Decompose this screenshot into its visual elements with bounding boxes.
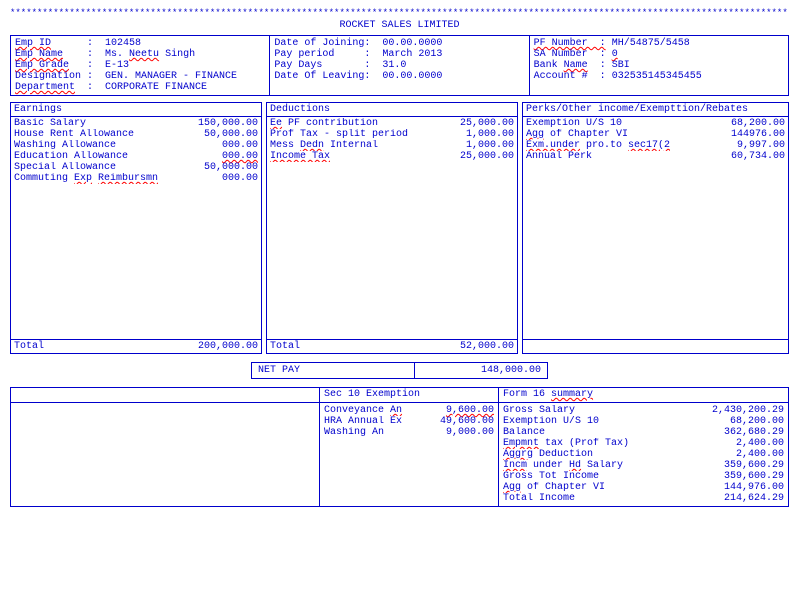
pd: 31.0 — [382, 60, 406, 71]
pf-lbl: PF Number : — [534, 38, 606, 49]
netpay-wrap: NET PAY 148,000.00 — [10, 362, 789, 379]
perk-row: Agg of Chapter VI144976.00 — [526, 129, 785, 140]
emp-id: 102458 — [105, 38, 141, 49]
deductions-total-row: Total 52,000.00 — [267, 339, 517, 353]
sa-lbl: SA Number — [534, 49, 588, 60]
form16-title: Form 16 summary — [499, 388, 788, 403]
dol-lbl: Date Of Leaving — [274, 71, 364, 82]
f16-row: Exemption U/S 1068,200.00 — [503, 416, 784, 427]
earn-total: 200,000.00 — [198, 341, 258, 352]
earnings-body: Basic Salary150,000.00 House Rent Allowa… — [11, 117, 261, 339]
ac: 032535145345455 — [612, 71, 702, 82]
bn: SBI — [612, 60, 630, 71]
bn-lbl: Bank Name : — [534, 60, 606, 71]
pp: March 2013 — [382, 49, 442, 60]
main-columns: Earnings Basic Salary150,000.00 House Re… — [10, 102, 789, 354]
form16-col: Form 16 summary Gross Salary2,430,200.29… — [498, 388, 788, 506]
dedn-total: 52,000.00 — [460, 341, 514, 352]
earn-row: Education Allowance000.00 — [14, 151, 258, 162]
earnings-box: Earnings Basic Salary150,000.00 House Re… — [10, 102, 262, 354]
summary-box: Sec 10 Exemption Conveyance An9,600.00 H… — [10, 387, 789, 507]
perks-body: Exemption U/S 1068,200.00 Agg of Chapter… — [523, 117, 788, 339]
f16-row: Balance362,680.29 — [503, 427, 784, 438]
netpay-box: NET PAY 148,000.00 — [251, 362, 548, 379]
sec10-row: Conveyance An9,600.00 — [324, 405, 494, 416]
perk-row: Annual Perk60,734.00 — [526, 151, 785, 162]
earn-total-lbl: Total — [14, 341, 44, 352]
emp-name: Ms. Neetu Singh — [105, 49, 195, 60]
sec10-row: Washing An9,000.00 — [324, 427, 494, 438]
emp-desig-lbl: Designation — [15, 71, 81, 82]
emp-id-lbl: Emp ID — [15, 38, 51, 49]
dedn-row: Income Tax25,000.00 — [270, 151, 514, 162]
dol: 00.00.0000 — [382, 71, 442, 82]
emp-desig: GEN. MANAGER - FINANCE — [105, 71, 237, 82]
earn-row: Washing Allowance000.00 — [14, 140, 258, 151]
perks-foot — [523, 339, 788, 353]
sa: 0 — [612, 49, 618, 60]
ac-lbl: Account # — [534, 71, 588, 82]
emp-dept: CORPORATE FINANCE — [105, 82, 207, 93]
pd-lbl: Pay Days — [274, 60, 322, 71]
perk-row: Exm.under pro.to sec17(29,997.00 — [526, 140, 785, 151]
dedn-total-lbl: Total — [270, 341, 300, 352]
netpay-label: NET PAY — [252, 363, 415, 378]
separator-top: ****************************************… — [10, 8, 789, 18]
earnings-title: Earnings — [11, 103, 261, 117]
sec10-row: HRA Annual Ex49,600.00 — [324, 416, 494, 427]
earnings-total-row: Total 200,000.00 — [11, 339, 261, 353]
pp-lbl: Pay period — [274, 49, 334, 60]
header-block: Emp ID : 102458 Emp Name : Ms. Neetu Sin… — [10, 35, 789, 96]
earn-row: Commuting Exp Reimbursmn000.00 — [14, 173, 258, 184]
f16-row: Total Income214,624.29 — [503, 493, 784, 504]
doj: 00.00.0000 — [382, 38, 442, 49]
f16-row: Aggrg Deduction2,400.00 — [503, 449, 784, 460]
emp-grade: E-13 — [105, 60, 129, 71]
f16-row: Incm under Hd Salary359,600.29 — [503, 460, 784, 471]
emp-grade-lbl: Emp Grade — [15, 60, 69, 71]
f16-row: Agg of Chapter VI144,976.00 — [503, 482, 784, 493]
bank-col: PF Number : MH/54875/5458 SA Number : 0 … — [529, 36, 788, 95]
dedn-row: Prof Tax - split period1,000.00 — [270, 129, 514, 140]
earn-row: Basic Salary150,000.00 — [14, 118, 258, 129]
deductions-body: Ee PF contribution25,000.00 Prof Tax - s… — [267, 117, 517, 339]
employee-col: Emp ID : 102458 Emp Name : Ms. Neetu Sin… — [11, 36, 269, 95]
summary-col-blank — [11, 388, 319, 506]
perks-title: Perks/Other income/Exempttion/Rebates — [523, 103, 788, 117]
deductions-title: Deductions — [267, 103, 517, 117]
netpay-value: 148,000.00 — [415, 363, 547, 378]
f16-row: Gross Salary2,430,200.29 — [503, 405, 784, 416]
sec10-col: Sec 10 Exemption Conveyance An9,600.00 H… — [319, 388, 498, 506]
doj-lbl: Date of Joining — [274, 38, 364, 49]
f16-row: Gross Tot Income359,600.29 — [503, 471, 784, 482]
period-col: Date of Joining: 00.00.0000 Pay period :… — [269, 36, 528, 95]
perks-box: Perks/Other income/Exempttion/Rebates Ex… — [522, 102, 789, 354]
emp-dept-lbl: Department — [15, 82, 75, 93]
dedn-row: Ee PF contribution25,000.00 — [270, 118, 514, 129]
earn-row: Special Allowance50,000.00 — [14, 162, 258, 173]
pf: MH/54875/5458 — [612, 38, 690, 49]
blank-head — [11, 388, 319, 403]
f16-row: Empmnt tax (Prof Tax)2,400.00 — [503, 438, 784, 449]
earn-row: House Rent Allowance50,000.00 — [14, 129, 258, 140]
deductions-box: Deductions Ee PF contribution25,000.00 P… — [266, 102, 518, 354]
company-title: ROCKET SALES LIMITED — [10, 20, 789, 31]
sec10-title: Sec 10 Exemption — [320, 388, 498, 403]
emp-name-lbl: Emp Name — [15, 49, 63, 60]
perk-row: Exemption U/S 1068,200.00 — [526, 118, 785, 129]
dedn-row: Mess Dedn Internal1,000.00 — [270, 140, 514, 151]
